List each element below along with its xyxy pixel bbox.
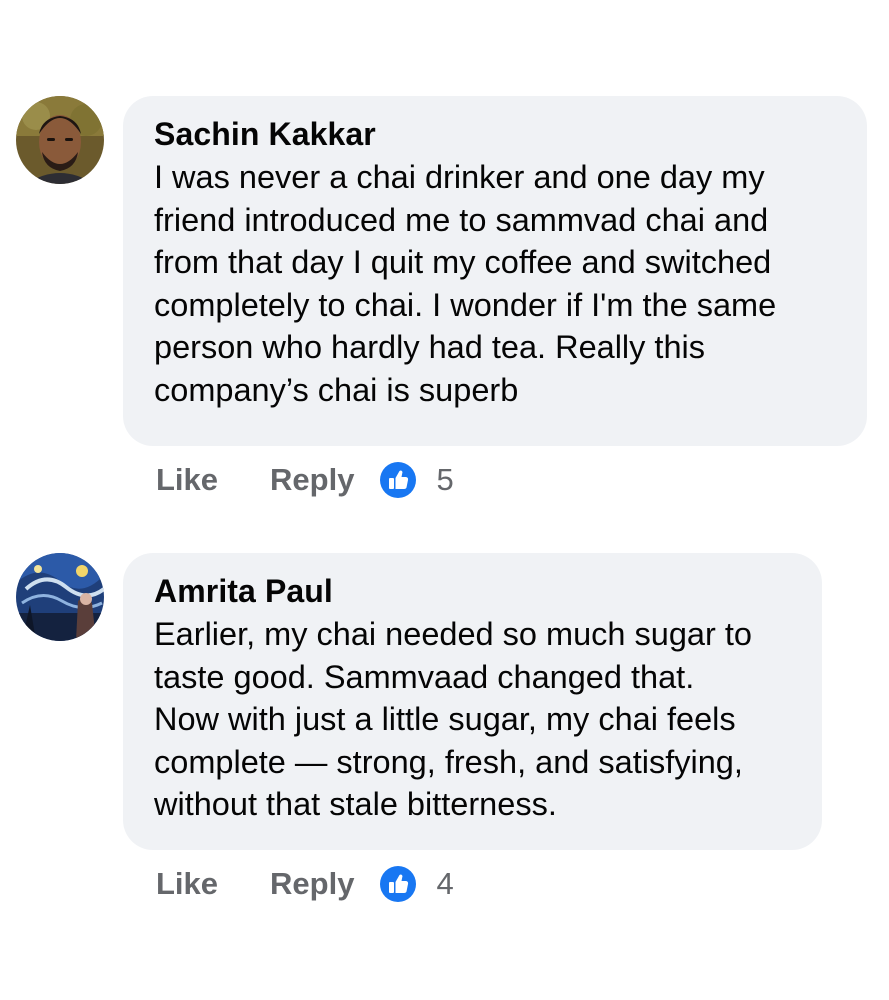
avatar-photo-icon	[16, 96, 104, 184]
comment-text: I was never a chai drinker and one day m…	[154, 159, 777, 408]
like-icon[interactable]	[380, 866, 417, 902]
reply-button[interactable]: Reply	[270, 460, 354, 500]
like-icon[interactable]	[380, 462, 417, 498]
comment-bubble: Sachin Kakkar I was never a chai drinker…	[123, 96, 867, 446]
comment-actions: Like Reply 5	[156, 460, 454, 500]
comment-actions: Like Reply 4	[156, 864, 454, 904]
comment-author[interactable]: Sachin Kakkar	[154, 114, 837, 154]
avatar-painting-icon	[16, 553, 104, 641]
comment-author[interactable]: Amrita Paul	[154, 571, 792, 611]
comment-text: Earlier, my chai needed so much sugar to…	[154, 616, 752, 822]
reaction-count[interactable]: 4	[436, 864, 453, 904]
reply-button[interactable]: Reply	[270, 864, 354, 904]
like-button[interactable]: Like	[156, 460, 218, 500]
avatar[interactable]	[16, 96, 104, 184]
reaction-count[interactable]: 5	[436, 460, 453, 500]
avatar[interactable]	[16, 553, 104, 641]
like-button[interactable]: Like	[156, 864, 218, 904]
comment-bubble: Amrita Paul Earlier, my chai needed so m…	[123, 553, 822, 850]
